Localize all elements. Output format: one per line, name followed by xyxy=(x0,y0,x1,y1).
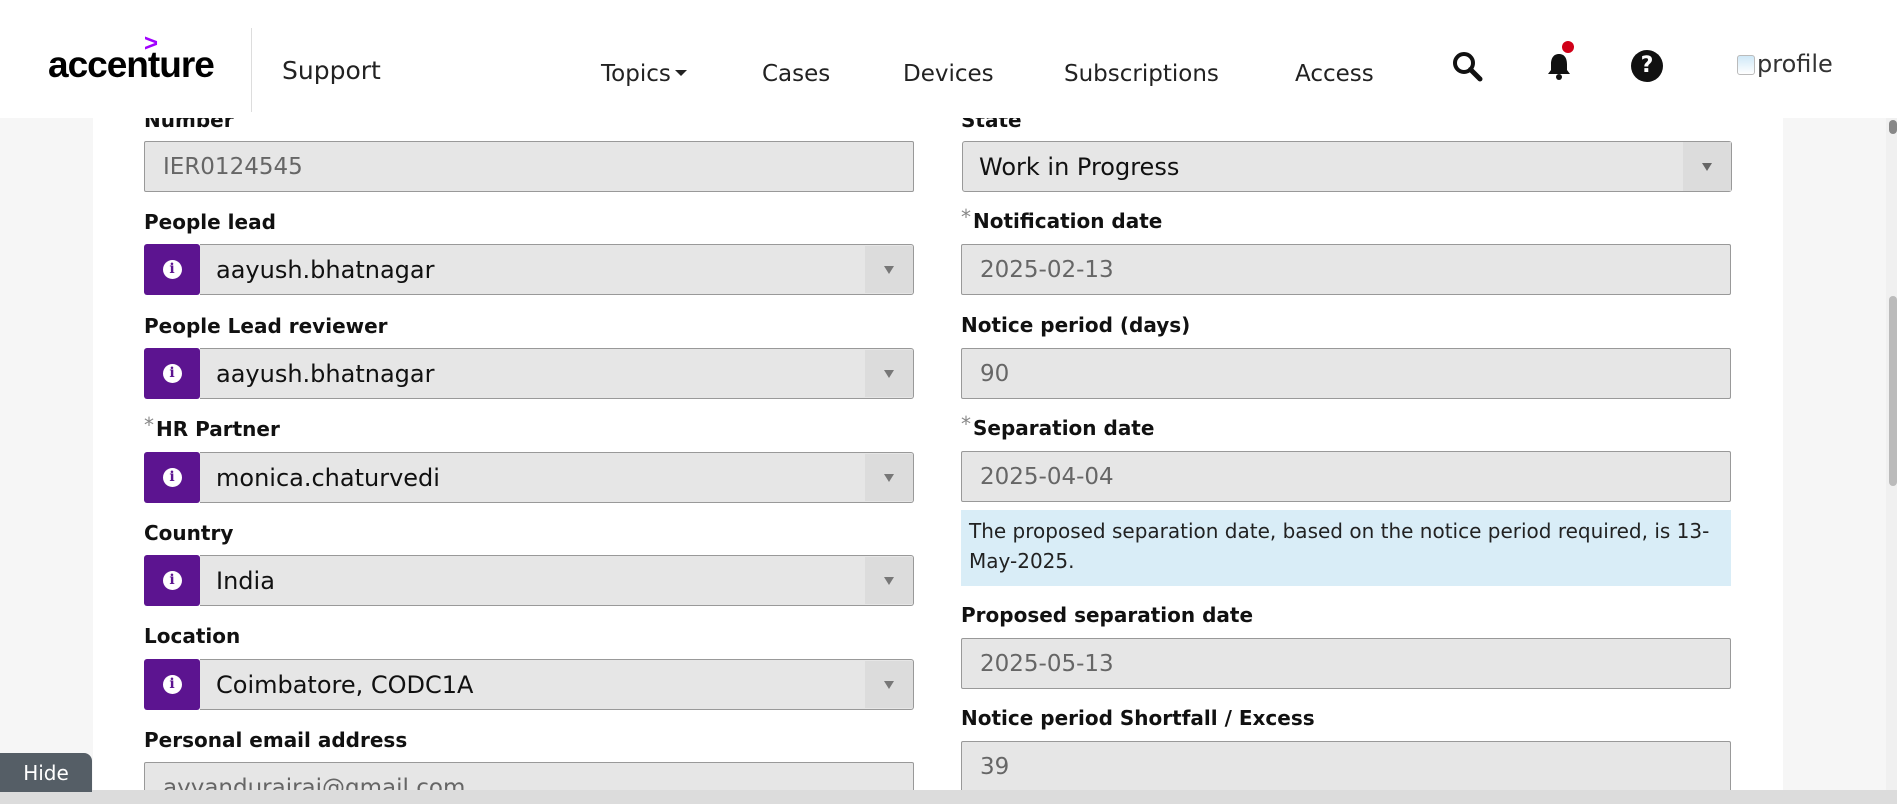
location-info-button[interactable]: i xyxy=(144,659,200,710)
hr-partner-label-text: HR Partner xyxy=(156,417,280,441)
location-field[interactable]: i Coimbatore, CODC1A xyxy=(144,659,914,710)
profile-avatar[interactable]: profile xyxy=(1737,50,1833,78)
location-value[interactable]: Coimbatore, CODC1A xyxy=(200,659,914,710)
brand-subtitle[interactable]: Support xyxy=(282,56,381,85)
people-lead-reviewer-text: aayush.bhatnagar xyxy=(216,359,435,388)
dropdown-arrow-icon[interactable] xyxy=(865,246,913,293)
help-icon[interactable]: ? xyxy=(1631,50,1663,82)
country-label: Country xyxy=(144,521,234,545)
scrollbar-thumb[interactable] xyxy=(1889,296,1897,486)
bell-icon[interactable] xyxy=(1543,50,1575,82)
hr-partner-text: monica.chaturvedi xyxy=(216,463,440,492)
proposed-separation-date-field[interactable]: 2025-05-13 xyxy=(961,638,1731,689)
nav-topics-label: Topics xyxy=(601,61,671,87)
notification-date-label: * Notification date xyxy=(961,205,1163,233)
people-lead-reviewer-value[interactable]: aayush.bhatnagar xyxy=(200,348,914,399)
info-icon: i xyxy=(162,675,182,694)
required-mark: * xyxy=(961,412,971,436)
proposed-separation-date-label: Proposed separation date xyxy=(961,603,1254,627)
people-lead-label: People lead xyxy=(144,210,276,234)
hide-button[interactable]: Hide xyxy=(0,753,92,792)
country-info-button[interactable]: i xyxy=(144,555,200,606)
broken-image-icon xyxy=(1737,55,1755,75)
hr-partner-label: * HR Partner xyxy=(144,413,280,441)
hr-partner-field[interactable]: i monica.chaturvedi xyxy=(144,452,914,503)
nav-topics[interactable]: Topics xyxy=(601,61,687,87)
required-mark: * xyxy=(961,205,971,229)
shortfall-excess-field[interactable]: 39 xyxy=(961,741,1731,792)
people-lead-info-button[interactable]: i xyxy=(144,244,200,295)
personal-email-label: Personal email address xyxy=(144,728,408,752)
state-select[interactable]: Work in Progress xyxy=(962,141,1732,192)
scrollbar-top-marker xyxy=(1889,120,1897,134)
info-icon: i xyxy=(162,571,182,590)
location-label: Location xyxy=(144,624,241,648)
required-mark: * xyxy=(144,413,154,437)
profile-alt-text: profile xyxy=(1757,50,1833,78)
people-lead-text: aayush.bhatnagar xyxy=(216,255,435,284)
shortfall-excess-label: Notice period Shortfall / Excess xyxy=(961,706,1315,730)
dropdown-arrow-icon[interactable] xyxy=(1683,142,1731,191)
location-text: Coimbatore, CODC1A xyxy=(216,670,474,699)
separation-date-field[interactable]: 2025-04-04 xyxy=(961,451,1731,502)
nav-access[interactable]: Access xyxy=(1295,61,1374,87)
search-icon[interactable] xyxy=(1451,50,1483,82)
state-value: Work in Progress xyxy=(979,152,1180,181)
people-lead-field[interactable]: i aayush.bhatnagar xyxy=(144,244,914,295)
people-lead-reviewer-field[interactable]: i aayush.bhatnagar xyxy=(144,348,914,399)
notification-date-field[interactable]: 2025-02-13 xyxy=(961,244,1731,295)
number-field[interactable]: IER0124545 xyxy=(144,141,914,192)
info-icon: i xyxy=(162,468,182,487)
people-lead-value[interactable]: aayush.bhatnagar xyxy=(200,244,914,295)
caret-down-icon xyxy=(674,69,687,76)
hr-partner-value[interactable]: monica.chaturvedi xyxy=(200,452,914,503)
nav-cases[interactable]: Cases xyxy=(762,61,830,87)
country-field[interactable]: i India xyxy=(144,555,914,606)
nav-devices[interactable]: Devices xyxy=(903,61,994,87)
people-lead-reviewer-info-button[interactable]: i xyxy=(144,348,200,399)
nav-subscriptions[interactable]: Subscriptions xyxy=(1064,61,1219,87)
country-value[interactable]: India xyxy=(200,555,914,606)
info-icon: i xyxy=(162,364,182,383)
info-icon: i xyxy=(162,260,182,279)
dropdown-arrow-icon[interactable] xyxy=(865,350,913,397)
notice-period-field[interactable]: 90 xyxy=(961,348,1731,399)
top-header: > accenture Support Topics Cases Devices… xyxy=(0,0,1897,118)
people-lead-reviewer-label: People Lead reviewer xyxy=(144,314,388,338)
separation-info-message: The proposed separation date, based on t… xyxy=(961,510,1731,586)
logo-text: accenture xyxy=(48,44,215,85)
header-divider xyxy=(251,28,252,112)
notice-period-label: Notice period (days) xyxy=(961,313,1191,337)
bottom-bar xyxy=(0,790,1897,804)
dropdown-arrow-icon[interactable] xyxy=(865,661,913,708)
notification-dot xyxy=(1562,41,1574,53)
dropdown-arrow-icon[interactable] xyxy=(865,557,913,604)
separation-date-label-text: Separation date xyxy=(973,416,1155,440)
separation-date-label: * Separation date xyxy=(961,412,1155,440)
dropdown-arrow-icon[interactable] xyxy=(865,454,913,501)
notification-date-label-text: Notification date xyxy=(973,209,1163,233)
hr-partner-info-button[interactable]: i xyxy=(144,452,200,503)
country-text: India xyxy=(216,566,275,595)
